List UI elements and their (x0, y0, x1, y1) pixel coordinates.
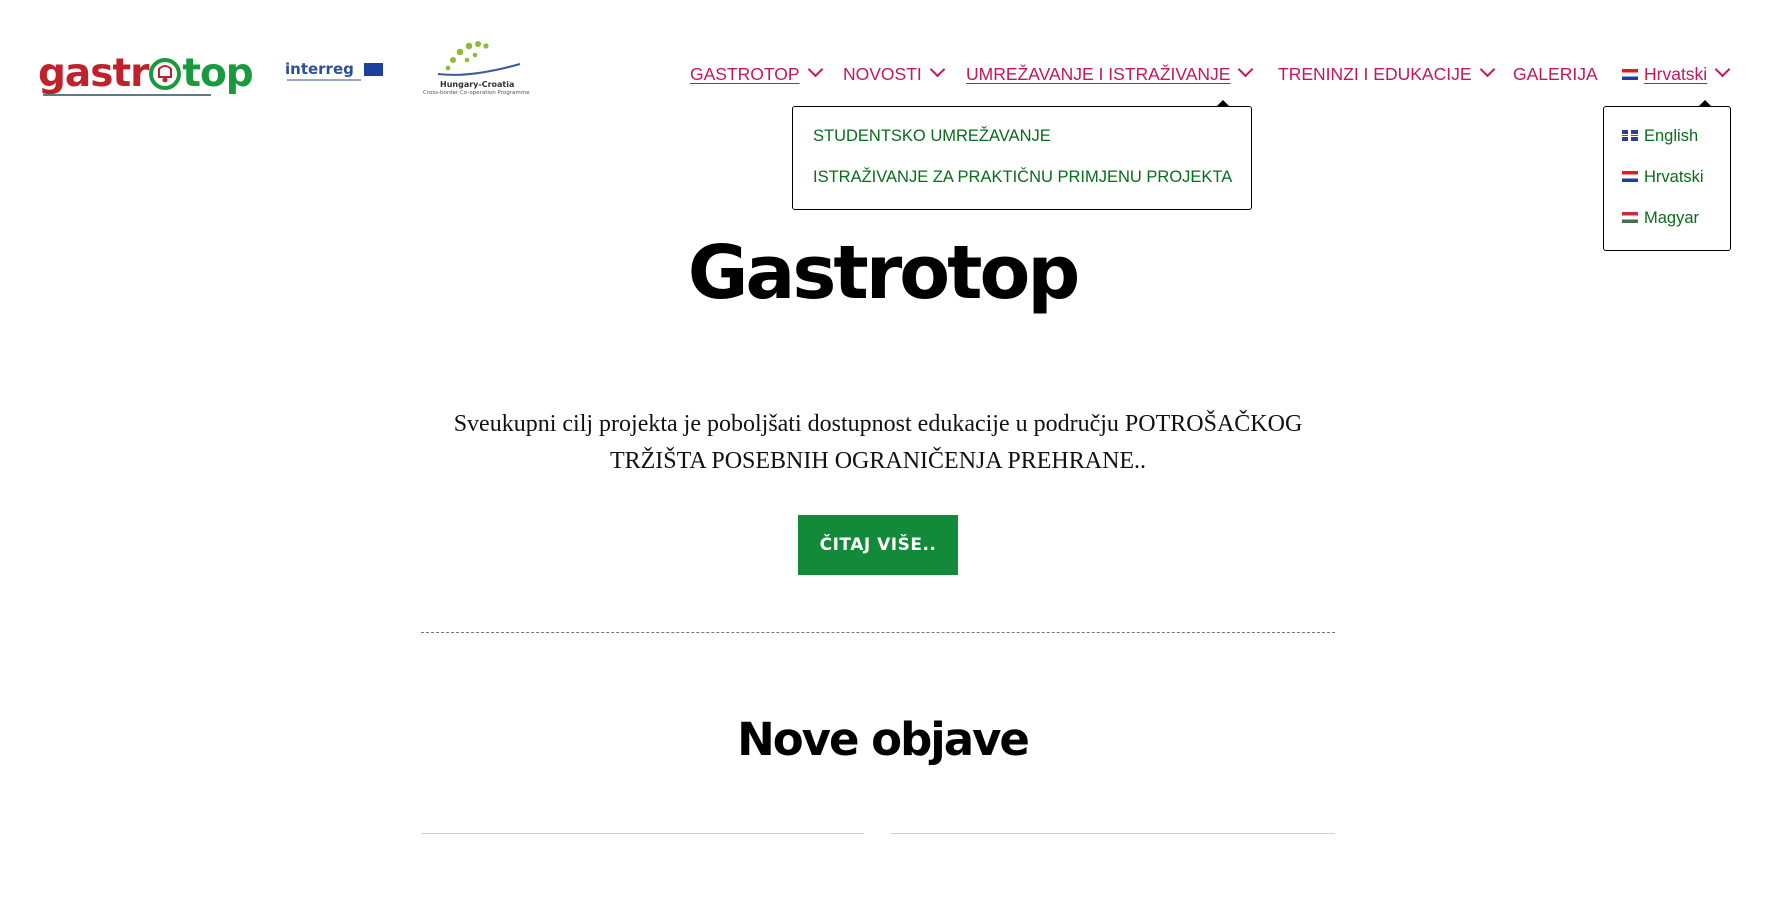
nav-item-label: Hrvatski (1644, 64, 1708, 84)
language-menu-caret (1698, 100, 1712, 107)
chevron-down-icon (929, 61, 946, 78)
nav-item-gastrotop[interactable]: GASTROTOP (690, 61, 823, 86)
chevron-down-icon (1714, 61, 1731, 78)
read-more-button[interactable]: ČITAJ VIŠE.. (798, 515, 958, 575)
interreg-text: interreg (285, 60, 354, 78)
hero-description: Sveukupni cilj projekta je poboljšati do… (418, 406, 1338, 480)
language-label: Hrvatski (1644, 168, 1704, 186)
dotted-divider (421, 632, 1335, 633)
logo-underline (43, 94, 211, 96)
nav-item-galerija[interactable]: GALERIJA (1513, 62, 1598, 86)
chef-icon (149, 58, 182, 90)
language-item-hrvatski[interactable]: Hrvatski (1622, 168, 1704, 187)
interreg-tagline (287, 79, 361, 81)
nav-item-label: GASTROTOP (690, 64, 800, 84)
croatian-flag-icon (1622, 171, 1638, 182)
hero-text-line1: Sveukupni cilj projekta je poboljšati do… (453, 411, 1303, 437)
interreg-logo[interactable]: interreg (285, 58, 385, 86)
post-card-divider (891, 833, 1335, 834)
language-label: Magyar (1644, 209, 1700, 227)
chevron-down-icon (1479, 61, 1495, 78)
language-item-magyar[interactable]: Magyar (1622, 209, 1699, 228)
nav-item-label: NOVOSTI (843, 64, 922, 84)
submenu-umrezavanje: STUDENTSKO UMREŽAVANJE ISTRAŽIVANJE ZA P… (792, 100, 1252, 210)
submenu-item-istrazivanje[interactable]: ISTRAŽIVANJE ZA PRAKTIČNU PRIMJENU PROJE… (813, 168, 1232, 187)
chevron-down-icon (1238, 61, 1254, 78)
submenu-item-studentsko[interactable]: STUDENTSKO UMREŽAVANJE (813, 127, 1051, 146)
hungary-croatia-logo[interactable]: Hungary-Croatia Cross-border Co-operatio… (420, 38, 530, 102)
logo-text-left: gastr (38, 51, 149, 96)
hucro-title: Hungary-Croatia (440, 80, 515, 89)
hero-text-line2: TRŽIŠTA POSEBNIH OGRANIČENJA PREHRANE.. (609, 448, 1147, 474)
nav-item-umrezavanje[interactable]: UMREŽAVANJE I ISTRAŽIVANJE (966, 61, 1254, 86)
hero-title: Gastrotop (687, 230, 1081, 316)
dots-swoosh-icon (437, 41, 521, 76)
nav-item-label: GALERIJA (1513, 64, 1598, 84)
hucro-subtitle: Cross-border Co-operation Programme (423, 90, 530, 96)
nav-item-label: TRENINZI I EDUKACIJE (1278, 64, 1472, 84)
nav-item-label: UMREŽAVANJE I ISTRAŽIVANJE (966, 64, 1231, 84)
nav-item-language[interactable]: Hrvatski (1622, 61, 1731, 86)
logo-text-right: top (182, 51, 253, 96)
uk-flag-icon (1622, 130, 1638, 141)
section-title: Nove objave (737, 713, 1030, 766)
hungarian-flag-icon (1622, 212, 1638, 223)
chevron-down-icon (807, 61, 823, 78)
language-item-english[interactable]: English (1622, 127, 1698, 146)
gastrotop-logo[interactable]: gastr top (38, 50, 254, 98)
eu-flag-icon (364, 63, 383, 76)
submenu-caret (1216, 100, 1230, 107)
post-card-divider (421, 833, 864, 834)
nav-item-treninzi[interactable]: TRENINZI I EDUKACIJE (1278, 61, 1495, 86)
nav-item-novosti[interactable]: NOVOSTI (843, 61, 946, 86)
croatian-flag-icon (1622, 69, 1638, 80)
language-label: English (1644, 127, 1699, 145)
